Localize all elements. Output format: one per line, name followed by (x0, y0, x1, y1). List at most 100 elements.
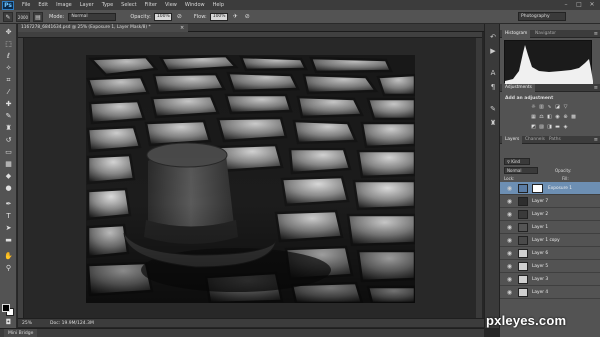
mini-bridge-tab[interactable]: Mini Bridge (4, 329, 38, 337)
brush-panel-toggle-icon[interactable]: ▤ (33, 11, 43, 22)
layer-row[interactable]: ◉ Layer 4 (500, 286, 600, 299)
history-brush-tool-icon[interactable]: ↺ (3, 136, 14, 145)
eye-icon[interactable]: ◉ (506, 276, 513, 283)
gradient-tool-icon[interactable]: ▦ (3, 160, 14, 169)
quick-mask-icon[interactable]: ◘ (3, 318, 14, 327)
threshold-icon[interactable]: ◨ (546, 124, 553, 131)
hand-tool-icon[interactable]: ✋ (3, 252, 14, 261)
menu-window[interactable]: Window (185, 2, 205, 8)
clone-stamp-tool-icon[interactable]: ♜ (3, 124, 14, 133)
opacity-field[interactable]: 100% (153, 12, 172, 21)
layer-row[interactable]: ◉ Layer 1 (500, 221, 600, 234)
shape-tool-icon[interactable]: ▬ (3, 236, 14, 245)
levels-icon[interactable]: ▥ (538, 104, 545, 111)
menu-file[interactable]: File (22, 2, 30, 8)
healing-tool-icon[interactable]: ✚ (3, 100, 14, 109)
layer-row[interactable]: ◉ Exposure 1 (500, 182, 600, 195)
vibrance-icon[interactable]: ▽ (562, 104, 569, 111)
document-tab[interactable]: 1167278_6841634.psd @ 25% (Exposure 1, L… (18, 24, 188, 32)
menu-help[interactable]: Help (213, 2, 224, 8)
eye-icon[interactable]: ◉ (506, 289, 513, 296)
color-lookup-icon[interactable]: ▩ (570, 114, 577, 121)
layers-panel-menu-icon[interactable]: ≡ (594, 136, 598, 144)
workspace-select[interactable]: Photography (518, 12, 566, 21)
maximize-button[interactable]: □ (575, 1, 583, 8)
color-balance-icon[interactable]: ⚖ (538, 114, 545, 121)
layer-row[interactable]: ◉ Layer 3 (500, 273, 600, 286)
flow-field[interactable]: 100% (209, 12, 228, 21)
tab-adjustments[interactable]: Adjustments (502, 84, 535, 92)
layer-row[interactable]: ◉ Layer 2 (500, 208, 600, 221)
histogram-panel-menu-icon[interactable]: ≡ (594, 30, 598, 38)
airbrush-icon[interactable]: ✈ (231, 12, 240, 21)
character-panel-icon[interactable]: A (488, 68, 498, 78)
clone-source-panel-icon[interactable]: ♜ (488, 118, 498, 128)
photo-filter-icon[interactable]: ◉ (554, 114, 561, 121)
mode-select[interactable]: Normal (68, 12, 117, 21)
eye-icon[interactable]: ◉ (506, 263, 513, 270)
brush-panel-icon[interactable]: ✎ (488, 104, 498, 114)
paragraph-panel-icon[interactable]: ¶ (488, 82, 498, 92)
menu-edit[interactable]: Edit (38, 2, 48, 8)
eraser-tool-icon[interactable]: ▭ (3, 148, 14, 157)
selective-color-icon[interactable]: ◈ (562, 124, 569, 131)
tab-layers[interactable]: Layers (502, 136, 523, 144)
brush-preset-picker[interactable]: 2000 (16, 11, 30, 22)
actions-panel-icon[interactable]: ▶ (488, 46, 498, 56)
blur-tool-icon[interactable]: ◆ (3, 172, 14, 181)
layer-row[interactable]: ◉ Layer 1 copy (500, 234, 600, 247)
type-tool-icon[interactable]: T (3, 212, 14, 221)
eye-icon[interactable]: ◉ (506, 185, 513, 192)
menu-image[interactable]: Image (56, 2, 72, 8)
document-close-icon[interactable]: × (180, 24, 184, 32)
brightness-contrast-icon[interactable]: ☼ (530, 104, 537, 111)
pressure-opacity-icon[interactable]: ⊘ (175, 12, 184, 21)
tab-channels[interactable]: Channels (522, 136, 548, 144)
minimize-button[interactable]: – (562, 1, 570, 8)
vertical-scrollbar[interactable] (476, 38, 482, 318)
zoom-level[interactable]: 25% (22, 321, 42, 326)
eye-icon[interactable]: ◉ (506, 198, 513, 205)
eye-icon[interactable]: ◉ (506, 224, 513, 231)
layer-row[interactable]: ◉ Layer 6 (500, 247, 600, 260)
eye-icon[interactable]: ◉ (506, 211, 513, 218)
zoom-tool-icon[interactable]: ⚲ (3, 264, 14, 273)
eyedropper-tool-icon[interactable]: ⁄ (3, 88, 14, 97)
menu-filter[interactable]: Filter (145, 2, 157, 8)
brush-tool-icon[interactable]: ✎ (3, 11, 13, 22)
eye-icon[interactable]: ◉ (506, 250, 513, 257)
tab-paths[interactable]: Paths (546, 136, 564, 144)
history-panel-icon[interactable]: ↶ (488, 32, 498, 42)
adjustments-panel-menu-icon[interactable]: ≡ (594, 84, 598, 92)
pressure-size-icon[interactable]: ⊘ (243, 12, 252, 21)
move-tool-icon[interactable]: ✥ (3, 28, 14, 37)
canvas-image[interactable] (86, 55, 415, 303)
layer-mask-thumbnail[interactable] (532, 184, 543, 193)
close-button[interactable]: ✕ (588, 1, 596, 8)
menu-view[interactable]: View (165, 2, 177, 8)
layer-kind-filter[interactable]: ⚲ Kind (504, 158, 530, 165)
layer-row[interactable]: ◉ Layer 5 (500, 260, 600, 273)
tab-histogram[interactable]: Histogram (502, 30, 531, 38)
exposure-icon[interactable]: ◪ (554, 104, 561, 111)
brush-tool-icon[interactable]: ✎ (3, 112, 14, 121)
posterize-icon[interactable]: ▨ (538, 124, 545, 131)
tab-navigator[interactable]: Navigator (532, 30, 559, 38)
menu-type[interactable]: Type (102, 2, 113, 8)
lasso-tool-icon[interactable]: ℓ (3, 52, 14, 61)
crop-tool-icon[interactable]: ⌗ (3, 76, 14, 85)
document-size[interactable]: Doc: 19.9M/124.3M (50, 321, 94, 326)
black-white-icon[interactable]: ◧ (546, 114, 553, 121)
invert-icon[interactable]: ◩ (530, 124, 537, 131)
curves-icon[interactable]: ∿ (546, 104, 553, 111)
menu-layer[interactable]: Layer (80, 2, 94, 8)
path-select-tool-icon[interactable]: ➤ (3, 224, 14, 233)
gradient-map-icon[interactable]: ▬ (554, 124, 561, 131)
menu-select[interactable]: Select (121, 2, 136, 8)
foreground-color-swatch[interactable] (2, 304, 10, 312)
pen-tool-icon[interactable]: ✒ (3, 200, 14, 209)
quick-select-tool-icon[interactable]: ✧ (3, 64, 14, 73)
blend-mode-select[interactable]: Normal (504, 167, 538, 174)
eye-icon[interactable]: ◉ (506, 237, 513, 244)
marquee-tool-icon[interactable]: ⬚ (3, 40, 14, 49)
